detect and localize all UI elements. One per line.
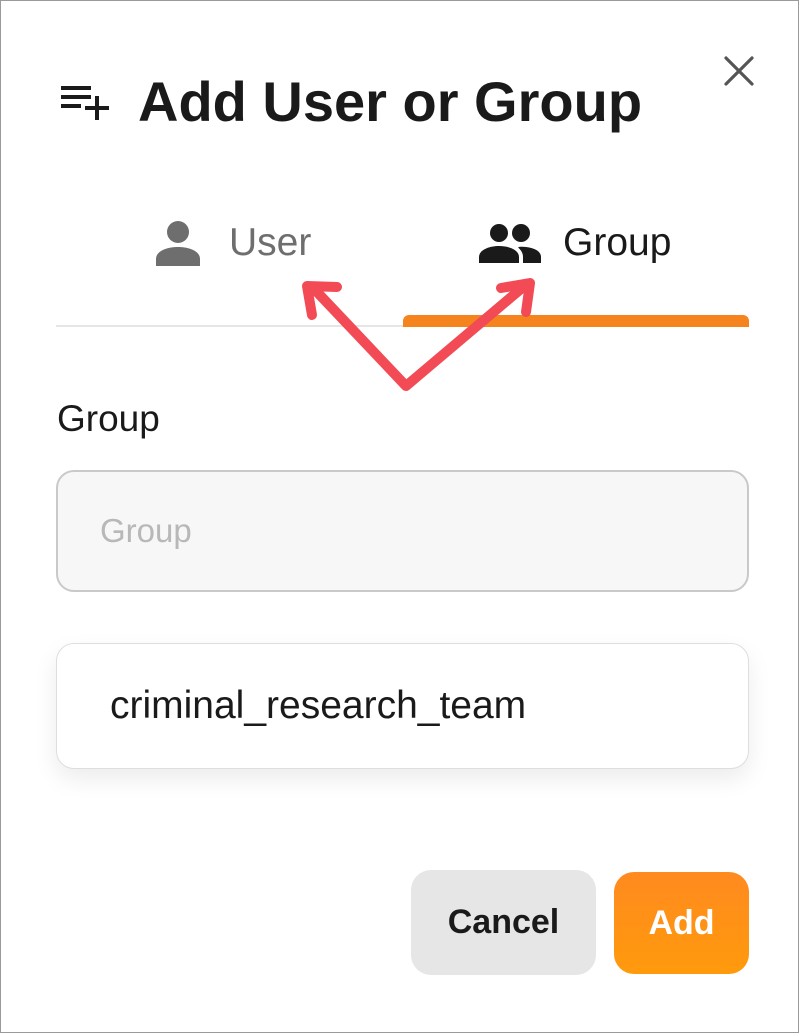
annotation-arrow-left [312,283,527,391]
cancel-button[interactable]: Cancel [411,870,596,975]
tab-group-label: Group [563,221,672,264]
annotation-arrowhead-user [302,281,342,320]
tab-group[interactable]: Group [479,213,671,273]
tab-user-label: User [229,221,312,264]
group-field-label: Group [57,398,160,439]
add-button[interactable]: Add [614,872,749,974]
person-icon [156,221,200,266]
suggestion-item[interactable]: criminal_research_team [56,643,749,769]
tab-user[interactable]: User [155,213,311,273]
active-tab-indicator [403,315,749,327]
dialog-title: Add User or Group [138,70,643,133]
close-button[interactable] [719,51,759,91]
playlist-add-icon [61,86,109,120]
suggestion-label: criminal_research_team [110,684,527,727]
group-icon [479,224,541,263]
close-icon [724,56,754,86]
group-input[interactable] [56,470,749,592]
annotation-arrowhead-group [496,278,535,317]
add-user-or-group-dialog: Add User or Group User Group Group Group… [0,0,799,1033]
